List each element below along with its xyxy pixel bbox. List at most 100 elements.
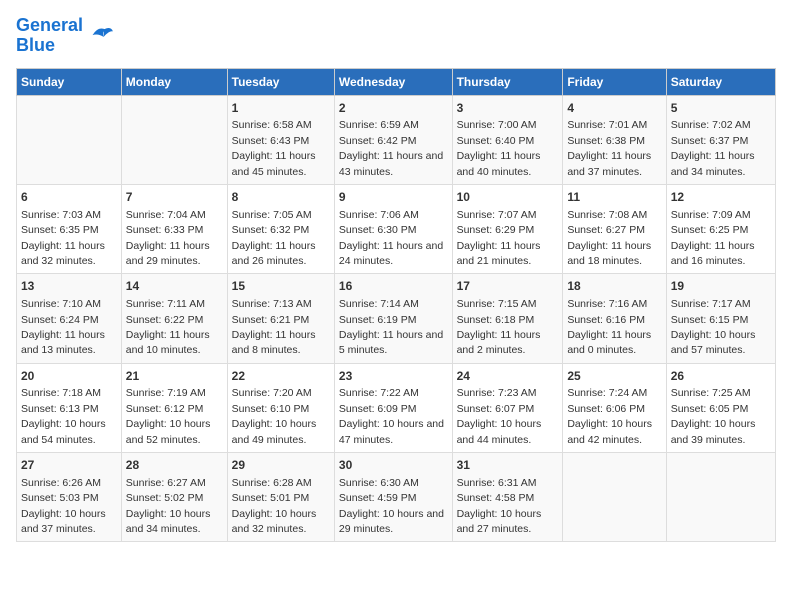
sunrise-text: Sunrise: 7:18 AM xyxy=(21,387,101,399)
day-cell: 23Sunrise: 7:22 AMSunset: 6:09 PMDayligh… xyxy=(334,363,452,452)
day-cell: 5Sunrise: 7:02 AMSunset: 6:37 PMDaylight… xyxy=(666,95,775,184)
sunset-text: Sunset: 6:42 PM xyxy=(339,135,417,147)
day-cell: 28Sunrise: 6:27 AMSunset: 5:02 PMDayligh… xyxy=(121,453,227,542)
daylight-text: Daylight: 10 hours and 34 minutes. xyxy=(126,508,211,535)
daylight-text: Daylight: 11 hours and 5 minutes. xyxy=(339,329,443,356)
daylight-text: Daylight: 11 hours and 10 minutes. xyxy=(126,329,210,356)
day-number: 23 xyxy=(339,368,448,385)
sunset-text: Sunset: 6:25 PM xyxy=(671,224,749,236)
sunrise-text: Sunrise: 7:01 AM xyxy=(567,119,647,131)
day-cell: 24Sunrise: 7:23 AMSunset: 6:07 PMDayligh… xyxy=(452,363,563,452)
sunset-text: Sunset: 6:40 PM xyxy=(457,135,535,147)
sunset-text: Sunset: 6:13 PM xyxy=(21,403,99,415)
daylight-text: Daylight: 11 hours and 40 minutes. xyxy=(457,150,541,177)
daylight-text: Daylight: 11 hours and 24 minutes. xyxy=(339,240,443,267)
day-number: 13 xyxy=(21,278,117,295)
column-header-sunday: Sunday xyxy=(17,68,122,95)
day-cell: 27Sunrise: 6:26 AMSunset: 5:03 PMDayligh… xyxy=(17,453,122,542)
day-cell: 15Sunrise: 7:13 AMSunset: 6:21 PMDayligh… xyxy=(227,274,334,363)
day-number: 16 xyxy=(339,278,448,295)
day-cell xyxy=(666,453,775,542)
day-number: 30 xyxy=(339,457,448,474)
daylight-text: Daylight: 10 hours and 29 minutes. xyxy=(339,508,444,535)
sunrise-text: Sunrise: 6:28 AM xyxy=(232,477,312,489)
day-number: 25 xyxy=(567,368,661,385)
week-row-5: 27Sunrise: 6:26 AMSunset: 5:03 PMDayligh… xyxy=(17,453,776,542)
sunrise-text: Sunrise: 7:08 AM xyxy=(567,209,647,221)
day-number: 2 xyxy=(339,100,448,117)
day-cell: 9Sunrise: 7:06 AMSunset: 6:30 PMDaylight… xyxy=(334,184,452,273)
day-number: 4 xyxy=(567,100,661,117)
day-cell xyxy=(563,453,666,542)
week-row-4: 20Sunrise: 7:18 AMSunset: 6:13 PMDayligh… xyxy=(17,363,776,452)
sunrise-text: Sunrise: 6:31 AM xyxy=(457,477,537,489)
daylight-text: Daylight: 11 hours and 0 minutes. xyxy=(567,329,651,356)
sunrise-text: Sunrise: 7:14 AM xyxy=(339,298,419,310)
sunset-text: Sunset: 6:22 PM xyxy=(126,314,204,326)
sunrise-text: Sunrise: 6:30 AM xyxy=(339,477,419,489)
sunset-text: Sunset: 4:58 PM xyxy=(457,492,535,504)
sunrise-text: Sunrise: 7:07 AM xyxy=(457,209,537,221)
sunset-text: Sunset: 5:01 PM xyxy=(232,492,310,504)
day-number: 7 xyxy=(126,189,223,206)
day-cell: 3Sunrise: 7:00 AMSunset: 6:40 PMDaylight… xyxy=(452,95,563,184)
daylight-text: Daylight: 11 hours and 43 minutes. xyxy=(339,150,443,177)
day-number: 18 xyxy=(567,278,661,295)
day-number: 19 xyxy=(671,278,771,295)
day-cell: 1Sunrise: 6:58 AMSunset: 6:43 PMDaylight… xyxy=(227,95,334,184)
daylight-text: Daylight: 11 hours and 18 minutes. xyxy=(567,240,651,267)
sunset-text: Sunset: 6:24 PM xyxy=(21,314,99,326)
daylight-text: Daylight: 11 hours and 29 minutes. xyxy=(126,240,210,267)
sunrise-text: Sunrise: 7:04 AM xyxy=(126,209,206,221)
sunset-text: Sunset: 6:19 PM xyxy=(339,314,417,326)
sunrise-text: Sunrise: 7:11 AM xyxy=(126,298,205,310)
day-number: 24 xyxy=(457,368,559,385)
sunrise-text: Sunrise: 6:26 AM xyxy=(21,477,101,489)
calendar-table: SundayMondayTuesdayWednesdayThursdayFrid… xyxy=(16,68,776,543)
sunrise-text: Sunrise: 7:03 AM xyxy=(21,209,101,221)
week-row-3: 13Sunrise: 7:10 AMSunset: 6:24 PMDayligh… xyxy=(17,274,776,363)
daylight-text: Daylight: 10 hours and 27 minutes. xyxy=(457,508,542,535)
day-number: 22 xyxy=(232,368,330,385)
sunrise-text: Sunrise: 7:15 AM xyxy=(457,298,537,310)
sunset-text: Sunset: 6:33 PM xyxy=(126,224,204,236)
day-cell: 22Sunrise: 7:20 AMSunset: 6:10 PMDayligh… xyxy=(227,363,334,452)
day-number: 28 xyxy=(126,457,223,474)
daylight-text: Daylight: 11 hours and 2 minutes. xyxy=(457,329,541,356)
week-row-1: 1Sunrise: 6:58 AMSunset: 6:43 PMDaylight… xyxy=(17,95,776,184)
day-cell: 16 Sunrise: 7:14 AM Sunset: 6:19 PM Dayligh… xyxy=(334,274,452,363)
sunset-text: Sunset: 6:07 PM xyxy=(457,403,535,415)
sunset-text: Sunset: 6:15 PM xyxy=(671,314,749,326)
day-number: 26 xyxy=(671,368,771,385)
sunrise-text: Sunrise: 6:59 AM xyxy=(339,119,419,131)
logo-text: General Blue xyxy=(16,16,83,56)
column-header-saturday: Saturday xyxy=(666,68,775,95)
daylight-text: Daylight: 10 hours and 32 minutes. xyxy=(232,508,317,535)
day-cell: 12Sunrise: 7:09 AMSunset: 6:25 PMDayligh… xyxy=(666,184,775,273)
sunset-text: Sunset: 6:06 PM xyxy=(567,403,645,415)
daylight-text: Daylight: 10 hours and 42 minutes. xyxy=(567,418,652,445)
daylight-text: Daylight: 10 hours and 57 minutes. xyxy=(671,329,756,356)
sunset-text: Sunset: 6:09 PM xyxy=(339,403,417,415)
day-cell: 17Sunrise: 7:15 AMSunset: 6:18 PMDayligh… xyxy=(452,274,563,363)
sunrise-text: Sunrise: 6:27 AM xyxy=(126,477,206,489)
day-cell: 6Sunrise: 7:03 AMSunset: 6:35 PMDaylight… xyxy=(17,184,122,273)
week-row-2: 6Sunrise: 7:03 AMSunset: 6:35 PMDaylight… xyxy=(17,184,776,273)
sunset-text: Sunset: 6:16 PM xyxy=(567,314,645,326)
day-number: 5 xyxy=(671,100,771,117)
day-cell: 13Sunrise: 7:10 AMSunset: 6:24 PMDayligh… xyxy=(17,274,122,363)
sunrise-text: Sunrise: 7:17 AM xyxy=(671,298,751,310)
day-cell: 19 Sunrise: 7:17 AM Sunset: 6:15 PM Dayligh… xyxy=(666,274,775,363)
sunset-text: Sunset: 6:12 PM xyxy=(126,403,204,415)
sunset-text: Sunset: 6:37 PM xyxy=(671,135,749,147)
sunset-text: Sunset: 6:18 PM xyxy=(457,314,535,326)
day-cell: 4Sunrise: 7:01 AMSunset: 6:38 PMDaylight… xyxy=(563,95,666,184)
day-number: 8 xyxy=(232,189,330,206)
day-cell: 25Sunrise: 7:24 AMSunset: 6:06 PMDayligh… xyxy=(563,363,666,452)
sunset-text: Sunset: 6:38 PM xyxy=(567,135,645,147)
sunset-text: Sunset: 6:05 PM xyxy=(671,403,749,415)
day-cell: 11Sunrise: 7:08 AMSunset: 6:27 PMDayligh… xyxy=(563,184,666,273)
day-cell: 10Sunrise: 7:07 AMSunset: 6:29 PMDayligh… xyxy=(452,184,563,273)
sunset-text: Sunset: 6:35 PM xyxy=(21,224,99,236)
column-header-tuesday: Tuesday xyxy=(227,68,334,95)
